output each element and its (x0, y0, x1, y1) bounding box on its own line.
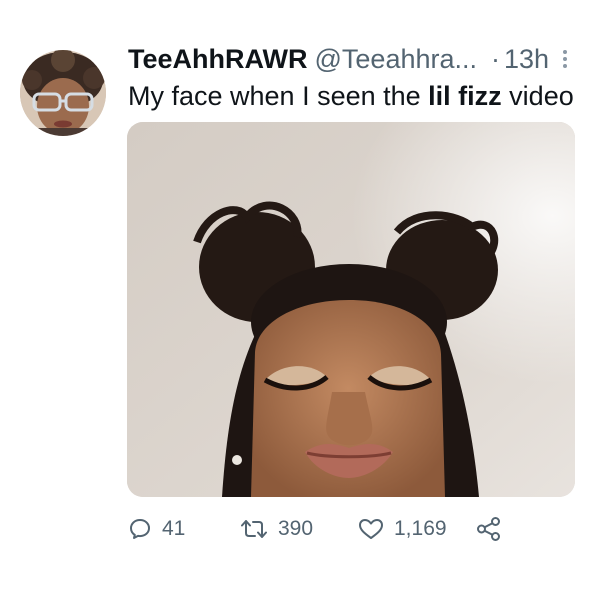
reply-button[interactable]: 41 (128, 512, 185, 546)
avatar[interactable] (20, 50, 106, 136)
more-options-icon[interactable] (561, 47, 569, 71)
tweet-text-bold: lil fizz (428, 81, 502, 111)
tweet-text: My face when I seen the lil fizz video (128, 79, 578, 113)
like-count: 1,169 (394, 517, 447, 540)
retweet-button[interactable]: 390 (240, 512, 313, 546)
photo-image (127, 122, 575, 497)
tweet-header: TeeAhhRAWR @Teeahhra... · 13h (128, 42, 578, 76)
like-button[interactable]: 1,169 (358, 512, 447, 546)
timestamp[interactable]: 13h (504, 42, 549, 76)
user-handle[interactable]: @Teeahhra... (315, 42, 478, 76)
share-icon (477, 517, 500, 541)
share-button[interactable] (476, 512, 512, 546)
separator-dot: · (491, 44, 501, 74)
reply-count: 41 (162, 517, 186, 540)
tweet-actions: 41 390 1,169 (128, 512, 528, 546)
reply-icon (130, 519, 150, 539)
retweet-icon (241, 520, 267, 538)
tweet-media-photo[interactable] (127, 122, 575, 497)
display-name[interactable]: TeeAhhRAWR (128, 42, 308, 76)
tweet-text-part: My face when I seen the (128, 81, 429, 111)
heart-icon (359, 519, 383, 539)
tweet-text-part: video (501, 81, 574, 111)
avatar-image (20, 50, 106, 136)
retweet-count: 390 (278, 517, 314, 540)
